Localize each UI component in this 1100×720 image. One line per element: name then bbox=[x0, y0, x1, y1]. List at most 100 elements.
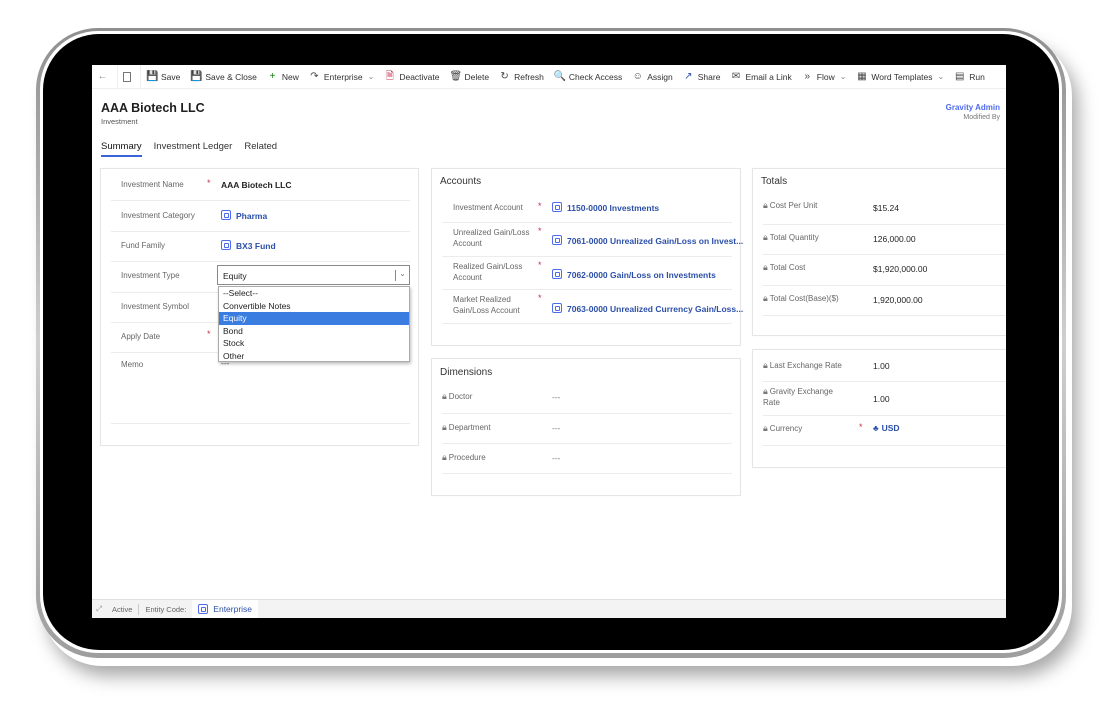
investment-type-options: --Select-- Convertible Notes Equity Bond… bbox=[218, 286, 410, 362]
market-realized-account-lookup[interactable]: 7063-0000 Unrealized Currency Gain/Loss.… bbox=[552, 303, 743, 314]
modified-by-link[interactable]: Gravity Admin bbox=[946, 103, 1000, 112]
delete-icon: 🗑 bbox=[449, 71, 463, 82]
tab-related[interactable]: Related bbox=[244, 141, 277, 157]
field-label: Market Realized Gain/Loss Account bbox=[453, 295, 520, 315]
field-memo: Memo --- bbox=[111, 353, 410, 424]
lookup-record-icon bbox=[552, 269, 562, 279]
field-label: Unrealized Gain/Loss Account bbox=[453, 228, 530, 248]
command-bar: ← 💾 Save 💾 Save & Close + New ↷ Enterprise ⌄ … bbox=[92, 65, 1006, 89]
procedure-value: --- bbox=[552, 453, 561, 463]
lookup-record-icon bbox=[198, 604, 209, 614]
field-label: 🔒︎ Department bbox=[442, 422, 491, 433]
lookup-value: BX3 Fund bbox=[236, 241, 276, 251]
entity-code-lookup[interactable]: Enterprise bbox=[192, 599, 259, 618]
chevron-down-icon[interactable]: ⌄ bbox=[399, 269, 406, 278]
option-bond[interactable]: Bond bbox=[219, 325, 409, 338]
lock-icon: 🔒︎ bbox=[442, 452, 447, 462]
field-label: Investment Symbol bbox=[121, 302, 190, 311]
chevron-down-icon: ⌄ bbox=[839, 72, 847, 81]
delete-button[interactable]: 🗑 Delete bbox=[445, 65, 495, 89]
share-icon: ↗ bbox=[684, 71, 693, 82]
expand-icon[interactable]: ⤢ bbox=[92, 604, 106, 614]
run-report-label: Run bbox=[969, 71, 985, 82]
cost-per-unit-value: $15.24 bbox=[873, 203, 899, 213]
fund-family-lookup[interactable]: BX3 Fund bbox=[221, 240, 276, 251]
check-access-icon: 🔍 bbox=[553, 71, 567, 82]
required-indicator: * bbox=[207, 178, 211, 188]
back-arrow-icon: ← bbox=[97, 71, 108, 82]
exchange-section: 🔒︎ Last Exchange Rate 1.00 🔒︎ Gravity Exch… bbox=[752, 349, 1006, 468]
tab-summary[interactable]: Summary bbox=[101, 141, 142, 157]
field-cost-per-unit: 🔒︎ Cost Per Unit $15.24 bbox=[763, 193, 1005, 225]
unrealized-account-lookup[interactable]: 7061-0000 Unrealized Gain/Loss on Invest… bbox=[552, 235, 743, 246]
check-access-button[interactable]: 🔍 Check Access bbox=[549, 65, 627, 89]
select-value: Equity bbox=[223, 271, 247, 281]
flow-button[interactable]: » Flow ⌄ bbox=[797, 65, 852, 89]
select-divider bbox=[395, 270, 396, 281]
field-investment-category: Investment Category Pharma bbox=[111, 201, 410, 232]
record-status: Active bbox=[112, 604, 133, 614]
option-select[interactable]: --Select-- bbox=[219, 287, 409, 300]
label-text: Doctor bbox=[448, 392, 473, 401]
required-indicator: * bbox=[538, 293, 542, 303]
save-button[interactable]: 💾 Save bbox=[141, 65, 185, 89]
save-label: Save bbox=[161, 71, 181, 82]
field-label: Investment Account bbox=[453, 203, 523, 212]
form-selector-button[interactable] bbox=[118, 65, 140, 89]
status-bar: ⤢ Active Entity Code: Enterprise bbox=[92, 599, 1006, 618]
refresh-button[interactable]: ↻ Refresh bbox=[494, 65, 549, 89]
enterprise-button[interactable]: ↷ Enterprise ⌄ bbox=[304, 65, 379, 89]
lock-icon: 🔒︎ bbox=[763, 293, 768, 303]
enterprise-icon: ↷ bbox=[310, 71, 319, 82]
lookup-record-icon bbox=[221, 210, 231, 220]
field-doctor: 🔒︎ Doctor --- bbox=[442, 383, 732, 414]
lookup-value: 7063-0000 Unrealized Currency Gain/Loss.… bbox=[567, 304, 744, 314]
field-investment-account: Investment Account * 1150-0000 Investmen… bbox=[442, 193, 732, 223]
option-stock[interactable]: Stock bbox=[219, 337, 409, 350]
field-label: 🔒︎ Doctor bbox=[442, 391, 472, 402]
field-gravity-exchange-rate: 🔒︎ Gravity Exchange Rate 1.00 bbox=[763, 382, 1005, 416]
back-button[interactable]: ← bbox=[92, 65, 117, 89]
save-icon: 💾 bbox=[146, 71, 159, 82]
assign-icon: ☺ bbox=[632, 71, 643, 82]
option-other[interactable]: Other bbox=[219, 350, 409, 363]
label-text: Procedure bbox=[448, 453, 486, 462]
word-templates-button[interactable]: ▦ Word Templates ⌄ bbox=[851, 65, 949, 89]
option-convertible-notes[interactable]: Convertible Notes bbox=[219, 300, 409, 313]
option-equity[interactable]: Equity bbox=[219, 312, 409, 325]
save-close-button[interactable]: 💾 Save & Close bbox=[185, 65, 262, 89]
form-tabs: Summary Investment Ledger Related bbox=[101, 141, 277, 157]
totals-title: Totals bbox=[761, 176, 788, 187]
dimensions-section: Dimensions 🔒︎ Doctor --- 🔒︎ Department ---… bbox=[431, 358, 741, 496]
word-templates-label: Word Templates bbox=[871, 71, 933, 82]
share-button[interactable]: ↗ Share bbox=[678, 65, 726, 89]
word-icon: ▦ bbox=[857, 71, 867, 82]
field-label: 🔒︎ Gravity Exchange Rate bbox=[763, 386, 848, 408]
investment-name-input[interactable]: AAA Biotech LLC bbox=[221, 180, 292, 190]
investment-account-lookup[interactable]: 1150-0000 Investments bbox=[552, 202, 659, 213]
accounts-title: Accounts bbox=[440, 176, 482, 187]
deactivate-button[interactable]: 🗎 Deactivate bbox=[379, 65, 444, 89]
required-indicator: * bbox=[538, 226, 542, 236]
deactivate-icon: 🗎 bbox=[385, 71, 394, 82]
email-link-button[interactable]: ✉ Email a Link bbox=[725, 65, 796, 89]
required-indicator: * bbox=[538, 260, 542, 270]
investment-type-select[interactable]: Equity ⌄ bbox=[217, 265, 410, 285]
field-label: Investment Type bbox=[121, 271, 180, 280]
run-report-button[interactable]: ▤ Run bbox=[949, 65, 990, 89]
accounts-section: Accounts Investment Account * 1150-0000 … bbox=[431, 168, 743, 346]
check-access-label: Check Access bbox=[568, 71, 623, 82]
record-title: AAA Biotech LLC bbox=[101, 101, 205, 115]
investment-category-lookup[interactable]: Pharma bbox=[221, 210, 267, 221]
tab-investment-ledger[interactable]: Investment Ledger bbox=[154, 141, 233, 157]
refresh-icon: ↻ bbox=[500, 71, 509, 82]
email-link-label: Email a Link bbox=[745, 71, 792, 82]
assign-button[interactable]: ☺ Assign bbox=[627, 65, 678, 89]
realized-account-lookup[interactable]: 7062-0000 Gain/Loss on Investments bbox=[552, 269, 716, 280]
new-button[interactable]: + New bbox=[262, 65, 304, 89]
field-label: 🔒︎ Total Cost bbox=[763, 262, 805, 273]
lock-icon: 🔒︎ bbox=[442, 422, 447, 432]
enterprise-label: Enterprise bbox=[323, 71, 363, 82]
currency-lookup[interactable]: ♣ USD bbox=[873, 423, 900, 433]
field-total-quantity: 🔒︎ Total Quantity 126,000.00 bbox=[763, 225, 1005, 255]
